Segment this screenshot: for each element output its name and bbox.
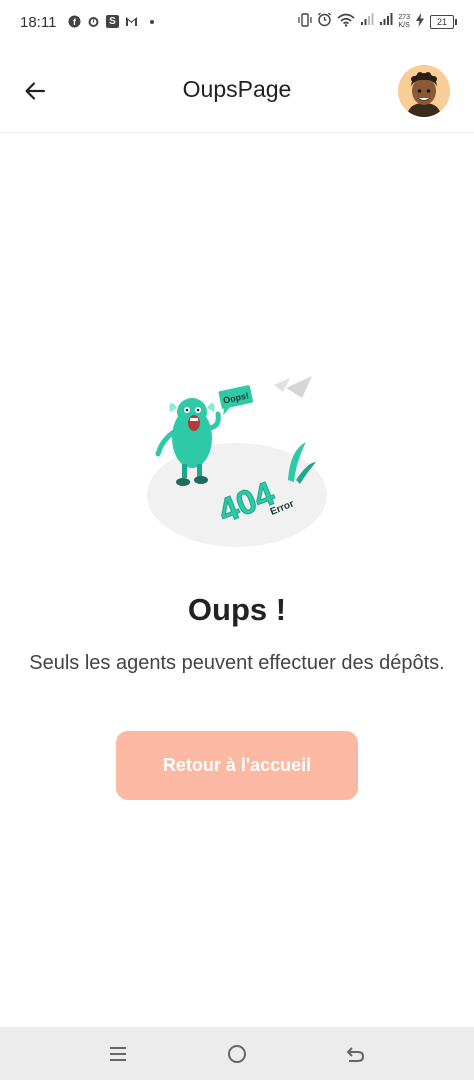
recent-apps-button[interactable] [103,1039,133,1069]
system-back-button[interactable] [340,1039,370,1069]
menu-icon [110,1047,126,1061]
charging-icon [415,12,425,32]
battery-icon: 21 [430,15,457,29]
status-time: 18:11 [20,14,57,31]
signal-icon [379,13,393,31]
alarm-icon [87,15,100,28]
home-circle-icon [228,1045,246,1063]
error-heading: Oups ! [187,592,287,627]
vibrate-icon [298,12,312,32]
home-button[interactable] [222,1039,252,1069]
alarm-icon [317,12,332,32]
error-404-illustration: Oops! 404 Error [140,370,340,550]
speed-value: 273 [398,14,410,21]
network-speed: 273 K/S [398,14,410,30]
back-home-button[interactable]: Retour à l'accueil [116,731,358,800]
wifi-icon [337,13,355,32]
signal-icon [360,13,374,31]
error-message: Seuls les agents peuvent effectuer des d… [29,652,445,674]
avatar[interactable] [398,65,450,117]
status-bar: 18:11 f S 273 K/S 21 [0,0,474,46]
app-bar: OupsPage [0,46,474,133]
gmail-icon [125,15,138,28]
facebook-icon: f [68,15,81,28]
speed-unit: K/S [398,22,410,29]
system-nav-bar [0,1027,474,1080]
system-status-icons: 273 K/S 21 [298,12,457,32]
s-app-icon: S [106,15,119,28]
notification-icons: f S [68,15,154,28]
more-dot-icon [150,19,154,24]
user-avatar-icon [398,65,450,117]
back-icon [346,1047,365,1062]
